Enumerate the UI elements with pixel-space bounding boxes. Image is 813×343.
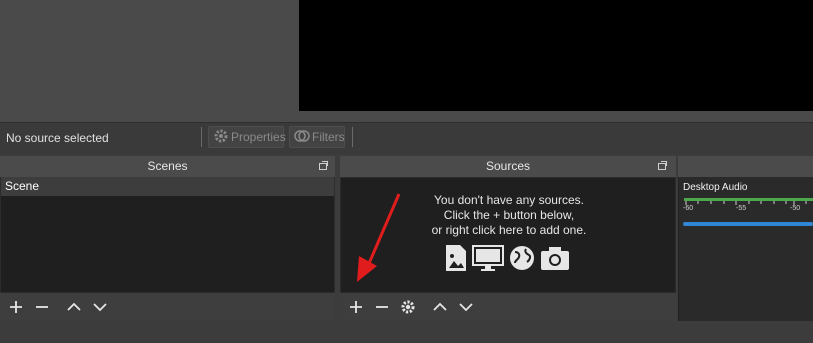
sources-float-icon[interactable]: [658, 161, 667, 170]
gear-icon: [213, 128, 229, 147]
properties-button[interactable]: Properties: [208, 126, 286, 148]
sources-dock-title: Sources: [340, 156, 676, 177]
source-type-icons: [444, 244, 570, 272]
globe-icon: [510, 246, 534, 270]
meter-tick-label: -50: [790, 205, 801, 212]
toolbar-separator: [201, 127, 202, 147]
plus-icon: [10, 300, 22, 313]
move-source-down-button[interactable]: [456, 297, 476, 317]
audio-mixer-title: [678, 156, 813, 177]
add-source-button[interactable]: [346, 297, 366, 317]
filters-icon: [294, 128, 310, 147]
properties-label: Properties: [231, 130, 286, 144]
remove-source-button[interactable]: [372, 297, 392, 317]
scenes-footer: [0, 293, 335, 320]
scenes-dock-title: Scenes: [0, 156, 335, 177]
filters-button[interactable]: Filters: [289, 126, 345, 148]
chevron-up-icon: [67, 302, 81, 311]
audio-mixer-panel: [678, 156, 813, 321]
monitor-icon: [472, 245, 504, 271]
meter-tick-label: -55: [736, 205, 747, 212]
minus-icon: [36, 305, 48, 308]
source-toolbar: [0, 122, 813, 154]
meter-tick-label: -60: [683, 205, 694, 212]
minus-icon: [376, 305, 388, 308]
move-source-up-button[interactable]: [430, 297, 450, 317]
scene-list-item[interactable]: Scene: [1, 177, 334, 196]
bottom-bar: [0, 321, 813, 343]
red-arrow-annotation: [357, 193, 401, 282]
camera-icon: [541, 247, 569, 270]
no-source-label: No source selected: [6, 131, 109, 145]
desktop-audio-volume-slider[interactable]: [683, 222, 813, 226]
desktop-audio-label: Desktop Audio: [683, 182, 748, 193]
move-scene-up-button[interactable]: [64, 297, 84, 317]
filters-label: Filters: [312, 130, 345, 144]
remove-scene-button[interactable]: [32, 297, 52, 317]
move-scene-down-button[interactable]: [90, 297, 110, 317]
chevron-up-icon: [433, 302, 447, 311]
toolbar-separator: [352, 127, 353, 147]
image-icon: [446, 245, 466, 271]
chevron-down-icon: [93, 302, 107, 311]
sources-footer: [340, 293, 676, 320]
add-scene-button[interactable]: [6, 297, 26, 317]
plus-icon: [350, 300, 362, 313]
source-properties-button[interactable]: [398, 297, 418, 317]
preview-canvas[interactable]: [299, 0, 813, 111]
chevron-down-icon: [459, 302, 473, 311]
gear-icon: [401, 300, 415, 313]
scenes-float-icon[interactable]: [319, 161, 328, 170]
